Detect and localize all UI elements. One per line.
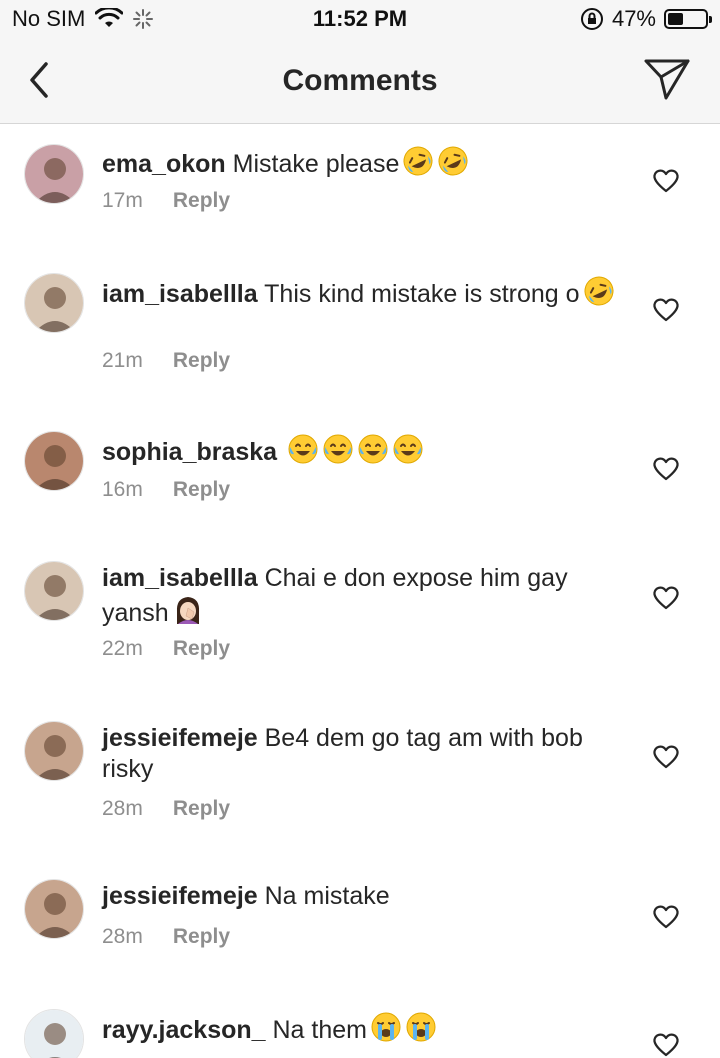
comment-timestamp: 28m — [102, 797, 143, 820]
comment-message — [277, 438, 284, 466]
reply-button[interactable]: Reply — [173, 797, 230, 821]
rofl-emoji-icon — [438, 146, 468, 176]
avatar-image — [25, 562, 83, 620]
comment-message: Na them — [265, 1016, 367, 1044]
reply-button[interactable]: Reply — [173, 478, 230, 502]
comment-username[interactable]: ema_okon — [102, 150, 226, 178]
comment-meta: 16m Reply — [102, 478, 230, 502]
battery-tip — [709, 16, 712, 23]
avatar[interactable] — [24, 561, 84, 621]
direct-message-icon[interactable] — [642, 56, 692, 102]
comment-text: ema_okon Mistake please — [102, 145, 622, 180]
avatar-image — [25, 432, 83, 490]
avatar[interactable] — [24, 721, 84, 781]
avatar[interactable] — [24, 144, 84, 204]
joy-emoji-icon — [288, 434, 318, 464]
avatar-image — [25, 145, 83, 203]
reply-button[interactable]: Reply — [173, 637, 230, 661]
avatar[interactable] — [24, 1009, 84, 1058]
like-heart-icon[interactable] — [652, 455, 680, 481]
comment-meta: 28m Reply — [102, 797, 230, 821]
status-right: 47% — [580, 6, 712, 32]
comment-timestamp: 28m — [102, 925, 143, 948]
avatar-image — [25, 880, 83, 938]
sob-emoji-icon — [371, 1012, 401, 1042]
avatar-image — [25, 1010, 83, 1058]
avatar[interactable] — [24, 273, 84, 333]
comment-text: iam_isabellla Chai e don expose him gay … — [102, 563, 622, 629]
comment-meta: 22m Reply — [102, 637, 230, 661]
comment-message: Mistake please — [225, 150, 400, 178]
like-heart-icon[interactable] — [652, 903, 680, 929]
joy-emoji-icon — [323, 434, 353, 464]
comment-timestamp: 16m — [102, 478, 143, 501]
battery-percent: 47% — [611, 6, 656, 31]
comment-message: Na mistake — [257, 882, 390, 910]
reply-button[interactable]: Reply — [173, 349, 230, 373]
reply-button[interactable]: Reply — [173, 189, 230, 213]
avatar[interactable] — [24, 879, 84, 939]
comment-username[interactable]: rayy.jackson_ — [102, 1016, 266, 1044]
nav-bar: Comments — [0, 40, 720, 124]
comment-text: rayy.jackson_ Na them — [102, 1011, 622, 1046]
like-heart-icon[interactable] — [652, 1031, 680, 1057]
comment-text: iam_isabellla This kind mistake is stron… — [102, 275, 622, 310]
status-bar: No SIM 11:52 PM 47% — [0, 0, 720, 40]
comment-username[interactable]: jessieifemeje — [102, 724, 258, 752]
joy-emoji-icon — [358, 434, 388, 464]
rofl-emoji-icon — [403, 146, 433, 176]
battery-level — [668, 13, 683, 25]
like-heart-icon[interactable] — [652, 584, 680, 610]
rofl-emoji-icon — [584, 276, 614, 306]
comment-timestamp: 17m — [102, 189, 143, 212]
sob-emoji-icon — [406, 1012, 436, 1042]
avatar-image — [25, 274, 83, 332]
facepalm-emoji-icon — [176, 597, 199, 624]
comment-text: jessieifemeje Na mistake — [102, 881, 622, 912]
comment-text: jessieifemeje Be4 dem go tag am with bob… — [102, 723, 622, 785]
comment-timestamp: 22m — [102, 637, 143, 660]
page-title: Comments — [282, 64, 438, 97]
like-heart-icon[interactable] — [652, 743, 680, 769]
like-heart-icon[interactable] — [652, 296, 680, 322]
comment-text: sophia_braska — [102, 433, 622, 468]
battery-icon — [664, 9, 712, 29]
orientation-lock-icon — [580, 8, 603, 30]
comment-message: This kind mistake is strong o — [257, 280, 580, 308]
avatar-image — [25, 722, 83, 780]
joy-emoji-icon — [393, 434, 423, 464]
comment-username[interactable]: iam_isabellla — [102, 280, 258, 308]
avatar[interactable] — [24, 431, 84, 491]
reply-button[interactable]: Reply — [173, 925, 230, 949]
comment-meta: 21m Reply — [102, 349, 230, 373]
comment-timestamp: 21m — [102, 349, 143, 372]
like-heart-icon[interactable] — [652, 167, 680, 193]
comment-username[interactable]: sophia_braska — [102, 438, 277, 466]
comment-username[interactable]: iam_isabellla — [102, 564, 258, 592]
comment-meta: 28m Reply — [102, 925, 230, 949]
comment-meta: 17m Reply — [102, 189, 230, 213]
comment-username[interactable]: jessieifemeje — [102, 882, 258, 910]
